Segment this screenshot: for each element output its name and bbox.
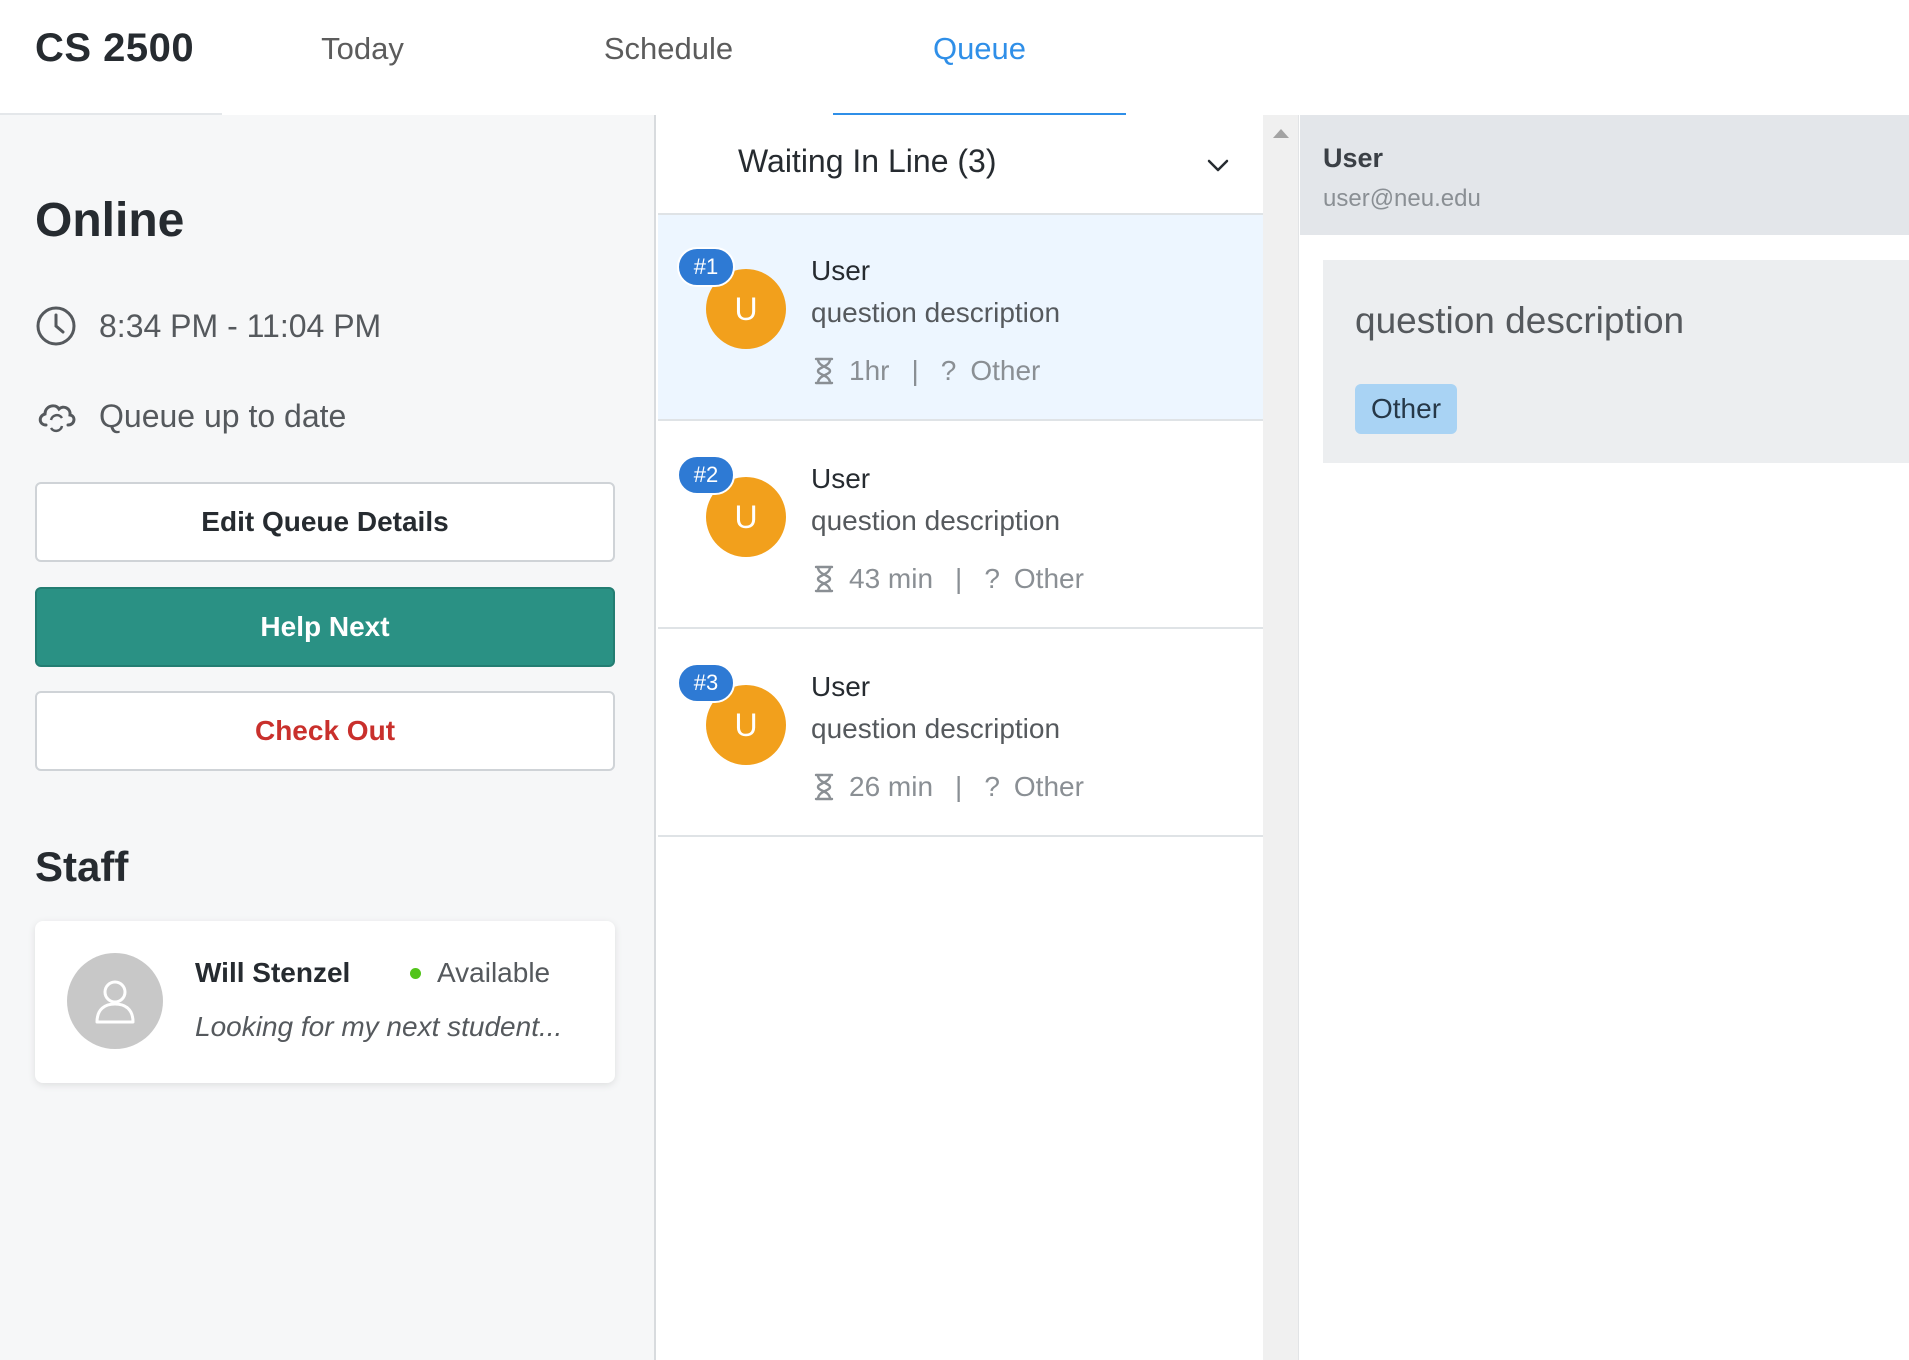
staff-note: Looking for my next student... (195, 1011, 563, 1042)
hourglass-icon (814, 357, 834, 385)
student-name: User (811, 255, 871, 286)
tab-schedule[interactable]: Schedule (522, 0, 815, 117)
sync-status-row: Queue up to date (35, 395, 346, 437)
question-tag: Other (970, 355, 1041, 386)
check-out-button[interactable]: Check Out (35, 691, 615, 771)
waiting-in-line-header[interactable]: Waiting In Line (3) (658, 115, 1263, 215)
waiting-in-line-label: Waiting In Line (3) (738, 143, 997, 179)
help-next-button[interactable]: Help Next (35, 587, 615, 667)
office-hours-time: 8:34 PM - 11:04 PM (99, 307, 382, 344)
question-meta: 1hr | ? Other (811, 355, 1040, 387)
chevron-down-icon[interactable] (1203, 151, 1233, 181)
sync-status-text: Queue up to date (99, 397, 347, 434)
question-mark-icon: ? (940, 355, 957, 386)
question-detail-panel: User user@neu.edu question description O… (1300, 115, 1909, 1360)
tab-queue[interactable]: Queue (833, 0, 1126, 117)
question-text: question description (1355, 300, 1685, 341)
queue-rank-badge: #3 (677, 663, 735, 703)
queue-list: Waiting In Line (3) U #1 User question d… (658, 115, 1263, 1360)
student-name: User (1323, 143, 1384, 173)
meta-separator: | (955, 771, 963, 802)
queue-item[interactable]: U #1 User question description 1hr | ? O… (658, 215, 1263, 421)
queue-rank-badge: #2 (677, 455, 735, 495)
question-mark-icon: ? (984, 563, 1000, 594)
student-name: User (811, 463, 871, 494)
question-meta: 26 min | ? Other (811, 771, 1084, 803)
question-description: question description (811, 713, 1061, 744)
staff-status: Available (410, 957, 550, 989)
staff-name: Will Stenzel (195, 957, 351, 988)
cloud-sync-icon (35, 395, 77, 437)
top-navbar: CS 2500 Today Schedule Queue (0, 0, 1909, 117)
question-body: question description Other (1323, 260, 1909, 463)
queue-info-panel: Online 8:34 PM - 11:04 PM Queue up to da… (0, 115, 656, 1360)
staff-status-text: Available (437, 957, 551, 988)
question-type-tag: Other (1355, 384, 1458, 434)
staff-card: Will Stenzel Available Looking for my ne… (35, 921, 615, 1083)
queue-status-title: Online (35, 194, 185, 247)
student-info-header: User user@neu.edu (1300, 115, 1909, 235)
question-meta: 43 min | ? Other (811, 563, 1084, 595)
student-name: User (811, 671, 871, 702)
available-status-dot (410, 967, 421, 979)
edit-queue-details-button[interactable]: Edit Queue Details (35, 482, 615, 562)
wait-time: 26 min (849, 771, 934, 802)
queue-item[interactable]: U #3 User question description 26 min | … (658, 631, 1263, 837)
hourglass-icon (814, 565, 834, 593)
wait-time: 1hr (849, 355, 890, 386)
hourglass-icon (814, 773, 834, 801)
office-hours-time-row: 8:34 PM - 11:04 PM (35, 305, 381, 347)
staff-heading: Staff (35, 843, 129, 890)
student-email: user@neu.edu (1323, 185, 1481, 212)
question-tag: Other (1013, 771, 1084, 802)
question-description: question description (811, 297, 1061, 328)
question-tag: Other (1013, 563, 1084, 594)
meta-separator: | (955, 563, 963, 594)
question-description: question description (811, 505, 1061, 536)
question-mark-icon: ? (984, 771, 1000, 802)
meta-separator: | (911, 355, 919, 386)
queue-scrollbar[interactable] (1263, 115, 1299, 1360)
clock-icon (35, 305, 77, 347)
wait-time: 43 min (849, 563, 934, 594)
course-title[interactable]: CS 2500 (35, 26, 194, 71)
queue-item[interactable]: U #2 User question description 43 min | … (658, 423, 1263, 629)
staff-avatar (67, 953, 163, 1049)
scroll-up-arrow-icon[interactable] (1273, 129, 1289, 138)
tab-today[interactable]: Today (216, 0, 509, 117)
queue-rank-badge: #1 (677, 247, 735, 287)
user-icon (95, 980, 135, 1024)
